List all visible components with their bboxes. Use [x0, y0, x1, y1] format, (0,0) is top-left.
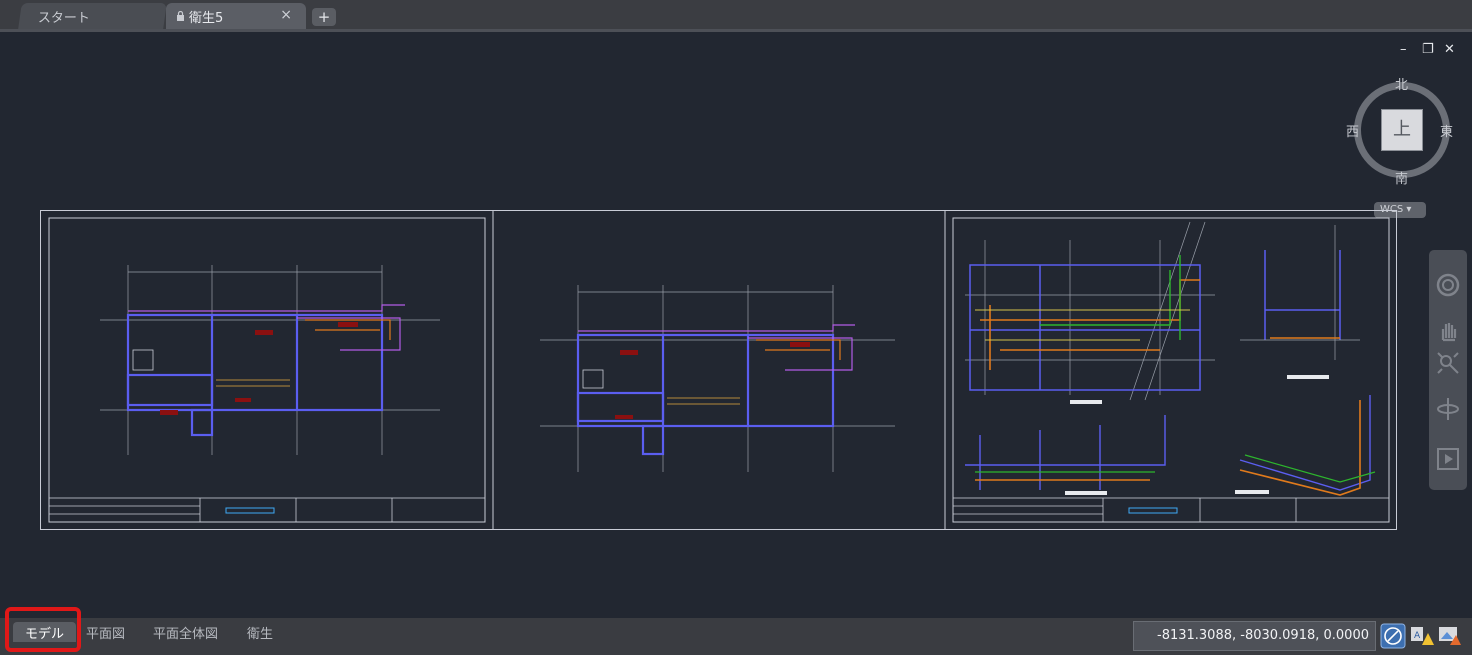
tab-start-label: スタート [38, 10, 91, 26]
zoom-extents-icon[interactable] [1435, 350, 1461, 376]
piping-isometrics [965, 221, 1376, 496]
compass-west[interactable]: 西 [1346, 121, 1359, 140]
minimize-icon[interactable]: – [1400, 42, 1407, 57]
tab-drawing-label: 衛生5 [189, 10, 224, 26]
tab-layout-overall-plan[interactable]: 平面全体図 [153, 622, 218, 642]
tab-layout-sanitary[interactable]: 衛生 [247, 622, 273, 642]
orbit-icon[interactable] [1435, 396, 1461, 422]
floor-plan-1 [100, 265, 440, 455]
document-tab-bar: スタート 衛生5 × + [0, 0, 1472, 32]
title-block-label [225, 507, 275, 514]
close-icon[interactable]: ✕ [1444, 42, 1455, 57]
tab-close-icon[interactable]: × [280, 7, 292, 23]
compass-east[interactable]: 東 [1440, 121, 1453, 140]
showmotion-icon[interactable] [1435, 446, 1461, 472]
compass-south[interactable]: 南 [1395, 168, 1408, 187]
svg-text:A: A [1414, 631, 1421, 641]
lock-icon [177, 11, 184, 21]
workspace-icon[interactable] [1436, 623, 1462, 649]
title-block-label [1128, 507, 1178, 514]
sheet-dividers [48, 210, 1390, 530]
new-tab-button[interactable]: + [312, 8, 336, 26]
floor-plan-2 [540, 285, 895, 472]
chevron-down-icon: ▾ [1406, 204, 1412, 215]
cad-drawing [48, 210, 1390, 530]
title-blocks [48, 497, 1390, 523]
viewcube-top-face[interactable]: 上 [1381, 109, 1423, 151]
tab-layout-floor-plan[interactable]: 平面図 [86, 622, 125, 642]
ortho-icon[interactable] [1380, 623, 1406, 649]
compass-north[interactable]: 北 [1395, 74, 1408, 93]
tab-start[interactable]: スタート [18, 3, 167, 29]
tab-drawing-active[interactable]: 衛生5 × [166, 3, 306, 29]
pan-hand-icon[interactable] [1435, 318, 1461, 344]
annotation-scale-icon[interactable]: A [1408, 623, 1434, 649]
steering-wheel-icon[interactable] [1435, 272, 1461, 298]
restore-icon[interactable]: ❐ [1422, 42, 1434, 57]
model-tab-highlight [5, 607, 81, 652]
viewcube[interactable]: 上 北 南 西 東 [1346, 78, 1454, 187]
coordinates-readout[interactable]: -8131.3088, -8030.0918, 0.0000 [1133, 621, 1376, 651]
navigation-bar [1429, 250, 1467, 490]
